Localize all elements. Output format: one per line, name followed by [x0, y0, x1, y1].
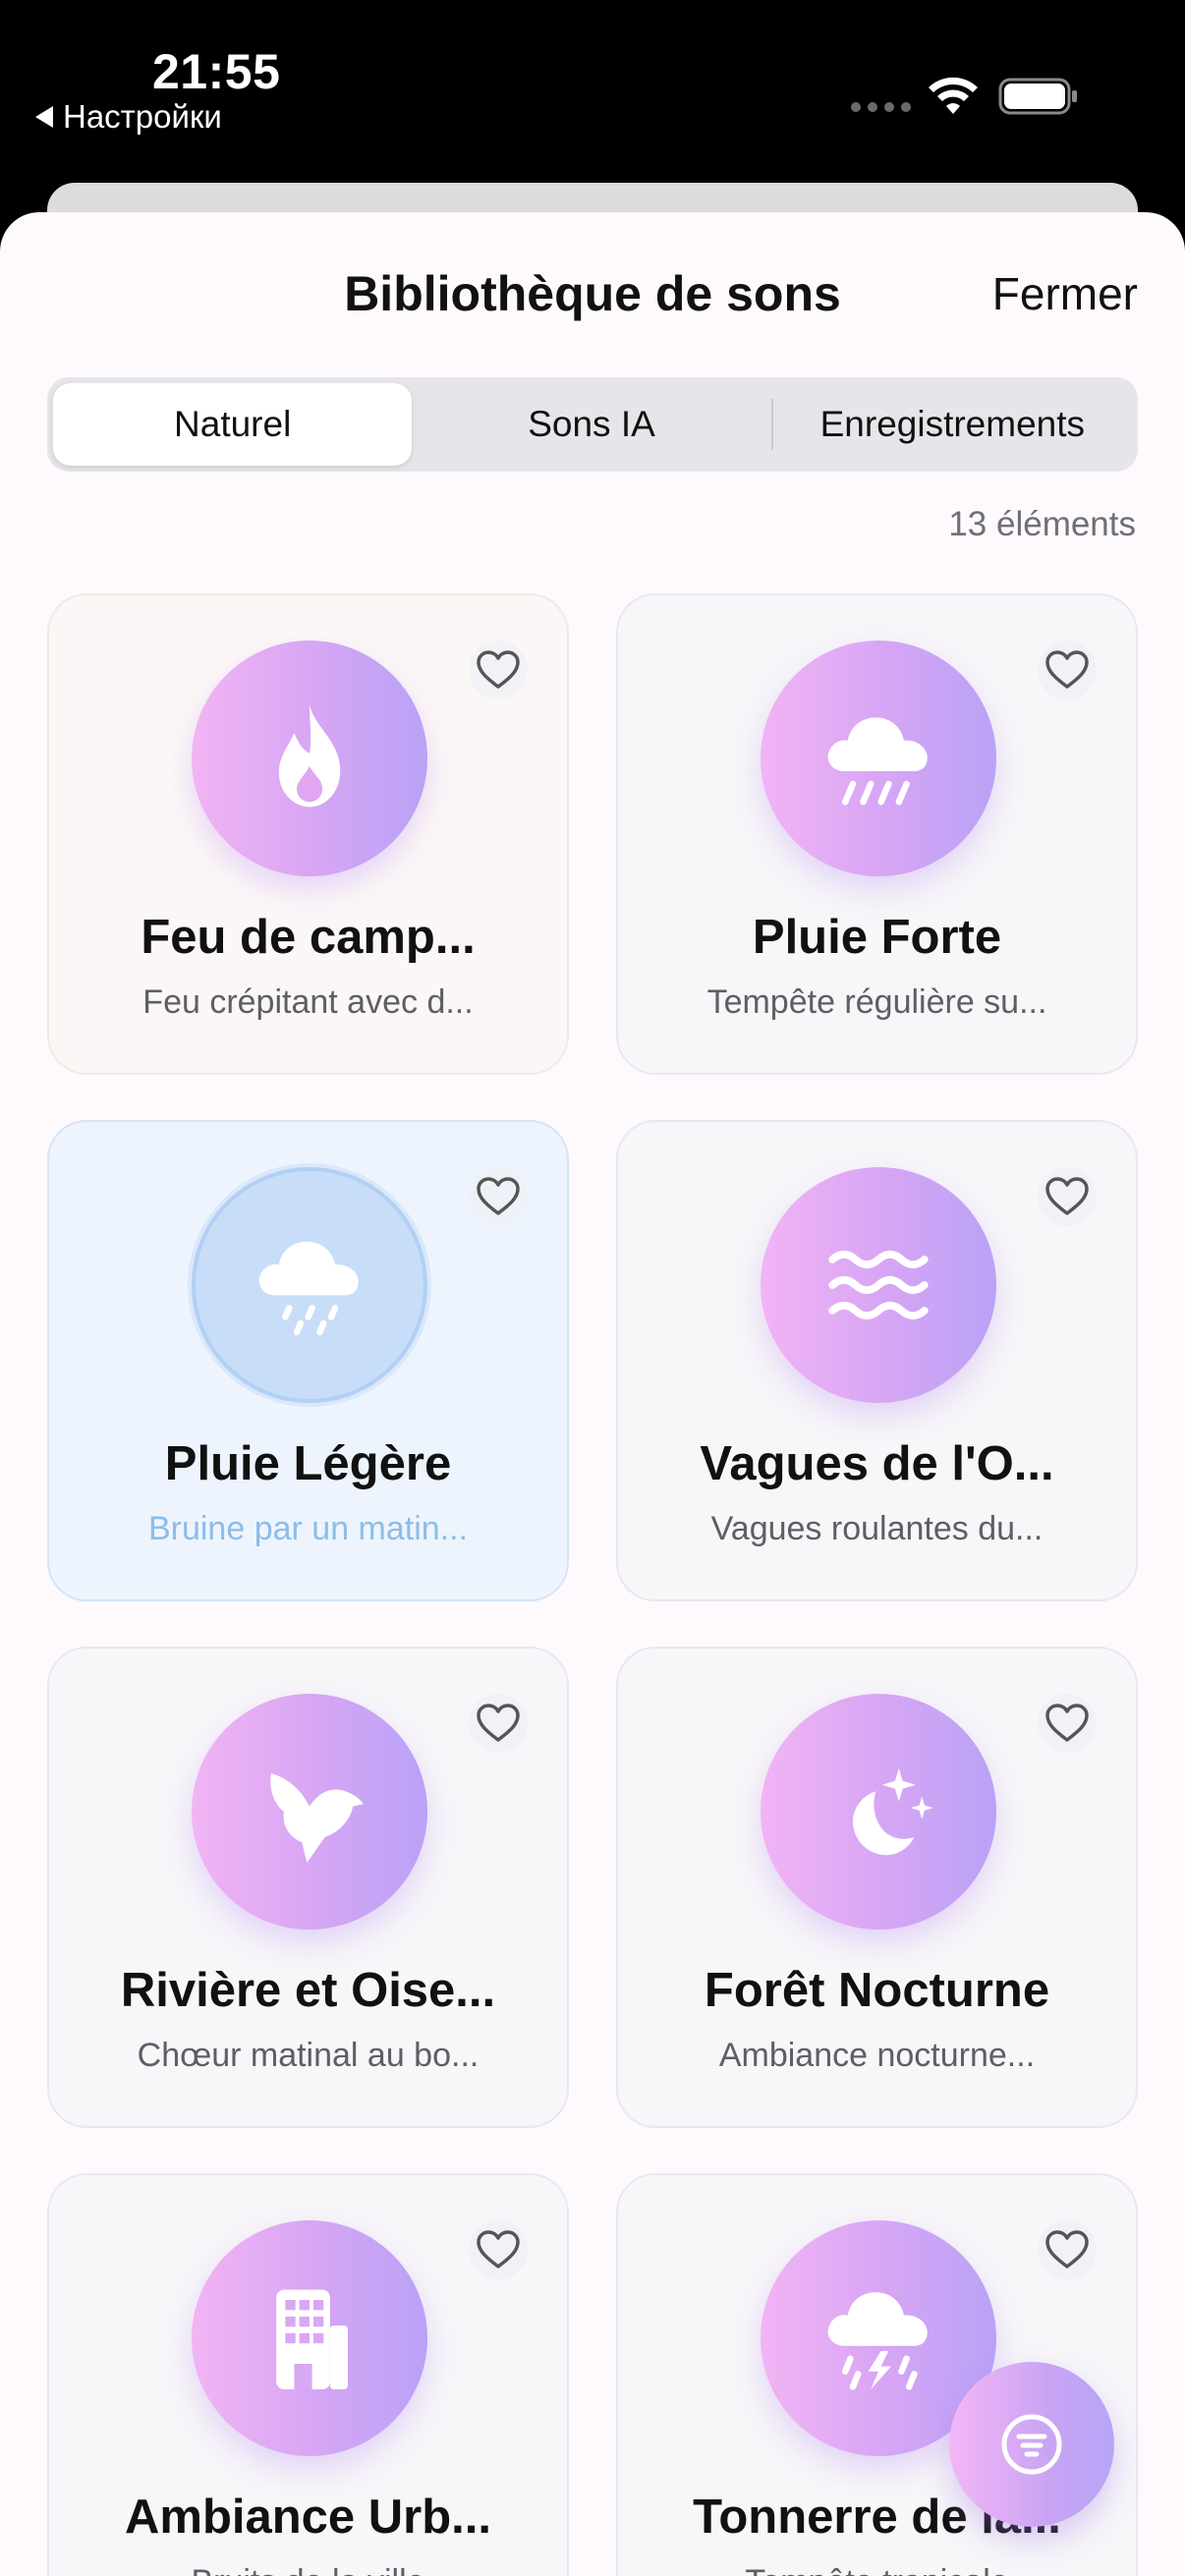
heart-icon	[1045, 650, 1089, 689]
battery-icon	[998, 78, 1077, 115]
heart-icon	[1045, 2230, 1089, 2268]
sound-description: Vagues roulantes du...	[710, 1510, 1044, 1547]
status-bar: 21:55 Настройки	[0, 0, 1185, 187]
favorite-button[interactable]	[469, 2220, 528, 2279]
sound-name: Ambiance Urb...	[124, 2491, 492, 2544]
sound-name: Pluie Forte	[752, 911, 1002, 964]
favorite-button[interactable]	[469, 641, 528, 700]
favorite-button[interactable]	[1038, 1694, 1097, 1753]
favorite-button[interactable]	[1038, 2220, 1097, 2279]
moon-stars-icon	[853, 1767, 933, 1856]
tab-sons-ia[interactable]: Sons IA	[412, 383, 770, 466]
category-segmented-control: Naturel Sons IA Enregistrements	[47, 377, 1138, 472]
heart-icon	[1045, 1704, 1089, 1742]
sound-name: Pluie Légère	[164, 1437, 452, 1490]
sound-card-vagues[interactable]: Vagues de l'O... Vagues roulantes du...	[616, 1120, 1138, 1601]
sound-card-pluie-legere[interactable]: Pluie Légère Bruine par un matin...	[47, 1120, 569, 1601]
sound-icon-circle	[192, 641, 427, 876]
heart-icon	[477, 1704, 520, 1742]
sound-description: Bruine par un matin...	[147, 1510, 469, 1547]
heart-icon	[477, 1177, 520, 1215]
wifi-icon	[929, 77, 978, 114]
flame-icon	[278, 704, 341, 808]
favorite-button[interactable]	[1038, 1167, 1097, 1226]
sound-icon-circle	[192, 2220, 427, 2456]
item-count: 13 éléments	[948, 505, 1136, 543]
favorite-button[interactable]	[469, 1694, 528, 1753]
heart-icon	[477, 2230, 520, 2268]
favorite-button[interactable]	[469, 1167, 528, 1226]
filter-fab-button[interactable]	[949, 2362, 1114, 2527]
light-rain-icon	[258, 1241, 359, 1336]
waves-icon	[828, 1250, 929, 1320]
sound-icon-circle	[192, 1167, 427, 1403]
sound-description: Feu crépitant avec d...	[142, 983, 474, 1021]
cellular-signal-icon	[851, 102, 911, 112]
sound-description: Chœur matinal au bo...	[137, 2037, 480, 2074]
building-icon	[276, 2289, 348, 2389]
sound-card-pluie-forte[interactable]: Pluie Forte Tempête régulière su...	[616, 593, 1138, 1075]
status-time: 21:55	[152, 44, 281, 99]
back-triangle-icon	[35, 106, 53, 128]
sound-description: Bruits de la ville	[69, 2563, 547, 2576]
sound-icon-circle	[192, 1694, 427, 1930]
back-app-label: Настройки	[63, 98, 222, 135]
sound-library-sheet: Bibliothèque de sons Fermer Naturel Sons…	[0, 212, 1185, 2576]
sound-name: Forêt Nocturne	[704, 1964, 1050, 2017]
back-to-app-link[interactable]: Настройки	[35, 98, 222, 136]
tab-enregistrements[interactable]: Enregistrements	[773, 383, 1132, 466]
sound-name: Vagues de l'O...	[700, 1437, 1054, 1490]
favorite-button[interactable]	[1038, 641, 1097, 700]
tab-naturel[interactable]: Naturel	[53, 383, 413, 466]
close-button[interactable]: Fermer	[992, 267, 1138, 320]
heart-icon	[1045, 1177, 1089, 1215]
heart-icon	[477, 650, 520, 689]
sound-card-ambiance-urbaine[interactable]: Ambiance Urb... Bruits de la ville	[47, 2173, 569, 2576]
sound-icon-circle	[761, 1694, 996, 1930]
sound-name: Rivière et Oise...	[120, 1964, 496, 2017]
bird-icon	[270, 1773, 364, 1863]
filter-icon	[1001, 2414, 1062, 2475]
heavy-rain-icon	[827, 717, 928, 806]
sound-description: Ambiance nocturne...	[718, 2037, 1036, 2074]
sound-card-riviere-oiseaux[interactable]: Rivière et Oise... Chœur matinal au bo..…	[47, 1647, 569, 2128]
sound-description: Tempête tropicale	[638, 2563, 1116, 2576]
sound-name: Feu de camp...	[141, 911, 476, 964]
sound-description: Tempête régulière su...	[706, 983, 1047, 1021]
sound-card-feu-de-camp[interactable]: Feu de camp... Feu crépitant avec d...	[47, 593, 569, 1075]
thunderstorm-icon	[827, 2292, 928, 2390]
sound-icon-circle	[761, 641, 996, 876]
sound-icon-circle	[761, 1167, 996, 1403]
sound-card-foret-nocturne[interactable]: Forêt Nocturne Ambiance nocturne...	[616, 1647, 1138, 2128]
